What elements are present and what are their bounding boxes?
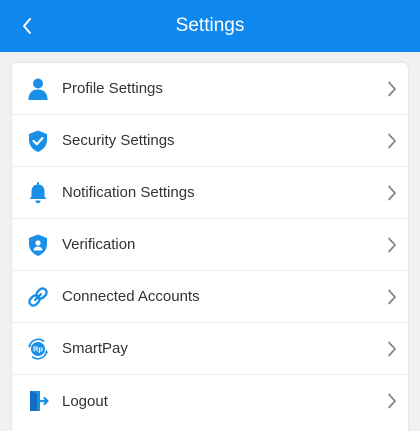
chevron-right-icon	[386, 236, 398, 254]
menu-item-smartpay[interactable]: Rp SmartPay	[12, 323, 408, 375]
menu-item-logout[interactable]: Logout	[12, 375, 408, 427]
menu-item-label: SmartPay	[62, 340, 128, 357]
app-bar: Settings	[0, 0, 420, 52]
shield-check-icon	[26, 129, 50, 153]
settings-screen: Settings Profile Settings Security Setti…	[0, 0, 420, 431]
menu-item-label: Logout	[62, 392, 108, 410]
chevron-right-icon	[386, 392, 398, 410]
shield-user-icon	[26, 233, 50, 257]
link-icon	[26, 285, 50, 309]
chevron-right-icon	[386, 288, 398, 306]
chevron-right-icon	[386, 80, 398, 98]
menu-item-label: Connected Accounts	[62, 288, 200, 305]
menu-item-notification-settings[interactable]: Notification Settings	[12, 167, 408, 219]
page-title: Settings	[175, 15, 245, 36]
chevron-right-icon	[386, 132, 398, 150]
menu-item-label: Profile Settings	[62, 80, 163, 97]
person-icon	[26, 77, 50, 101]
menu-item-verification[interactable]: Verification	[12, 219, 408, 271]
menu-item-label: Notification Settings	[62, 184, 195, 201]
menu-item-label: Verification	[62, 236, 136, 253]
menu-item-security-settings[interactable]: Security Settings	[12, 115, 408, 167]
chevron-right-icon	[386, 340, 398, 358]
settings-menu: Profile Settings Security Settings Notif…	[12, 63, 408, 431]
logout-door-icon	[26, 389, 50, 413]
smartpay-rp-text: Rp	[33, 344, 43, 353]
menu-item-profile-settings[interactable]: Profile Settings	[12, 63, 408, 115]
smartpay-rp-icon: Rp	[26, 337, 50, 361]
chevron-right-icon	[386, 184, 398, 202]
menu-item-label: Security Settings	[62, 132, 175, 149]
menu-item-connected-accounts[interactable]: Connected Accounts	[12, 271, 408, 323]
bell-icon	[26, 181, 50, 205]
